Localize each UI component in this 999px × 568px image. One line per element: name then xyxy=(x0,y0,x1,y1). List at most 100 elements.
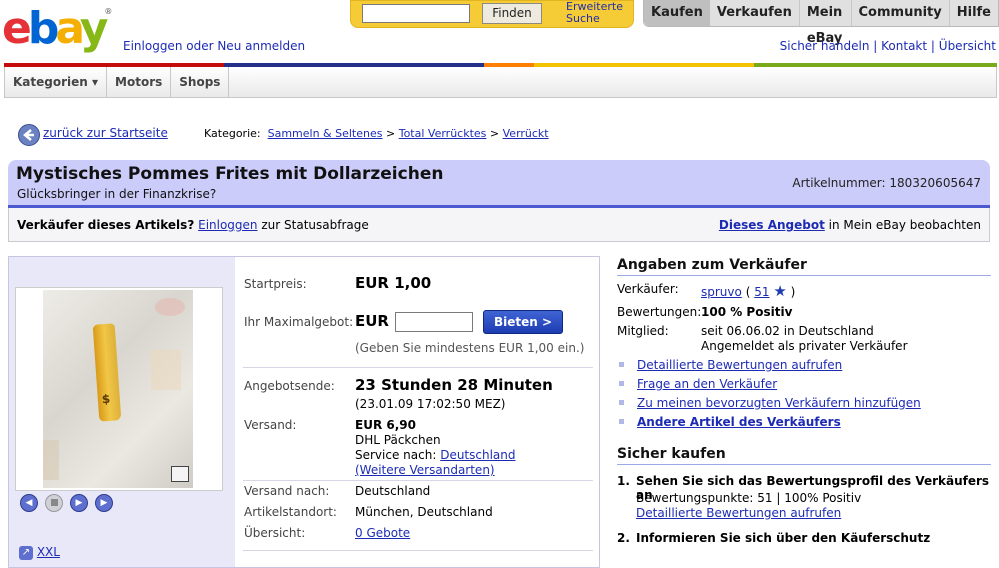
tab-kaufen[interactable]: Kaufen xyxy=(644,0,710,26)
breadcrumb-link[interactable]: Verrückt xyxy=(503,127,549,140)
paren: ( xyxy=(745,285,751,299)
seller-question-text: Verkäufer dieses Artikels? xyxy=(17,218,195,232)
back-arrow-icon[interactable] xyxy=(18,124,40,146)
service-country-link[interactable]: Deutschland xyxy=(440,448,515,462)
logo-letter-y: y xyxy=(79,3,109,54)
ship-to-label: Versand nach: xyxy=(244,484,330,498)
time-left: 23 Stunden 28 Minuten xyxy=(355,376,553,394)
motors-link[interactable]: Motors xyxy=(107,67,172,97)
search-box: Finden Erweiterte Suche xyxy=(350,0,634,28)
rating-count-link[interactable]: 51 xyxy=(754,285,769,299)
item-number: Artikelnummer: 180320605647 xyxy=(792,176,981,190)
divider xyxy=(243,480,593,481)
seller-login-link[interactable]: Einloggen xyxy=(198,218,257,232)
location-label: Artikelstandort: xyxy=(244,505,337,519)
star-icon[interactable]: ★ xyxy=(773,282,786,300)
bid-button[interactable]: Bieten > xyxy=(483,310,563,334)
categories-menu[interactable]: Kategorien ▾ xyxy=(5,67,108,97)
step2-text: Informieren Sie sich über den Käuferschu… xyxy=(636,531,931,545)
divider xyxy=(243,367,593,368)
logo-letter-e: e xyxy=(2,3,32,54)
next-image-icon[interactable]: ▶ xyxy=(95,494,113,512)
member-type: Angemeldet als privater Verkäufer xyxy=(701,339,908,353)
seller-label: Verkäufer: xyxy=(617,282,679,296)
prev-image-icon[interactable]: ◀ xyxy=(20,494,38,512)
ratings-label: Bewertungen: xyxy=(617,305,702,319)
category-label: Kategorie: xyxy=(204,127,261,140)
step-number: 2. xyxy=(617,531,630,545)
shops-link[interactable]: Shops xyxy=(171,67,230,97)
login-link[interactable]: Einloggen xyxy=(123,39,182,53)
top-nav: Kaufen Verkaufen Mein eBay Community Hil… xyxy=(643,0,999,46)
add-favorite-seller-link[interactable]: Zu meinen bevorzugten Verkäufern hinzufü… xyxy=(637,396,921,410)
member-since: seit 06.06.02 in Deutschland xyxy=(701,324,874,338)
signin-links: Einloggen oder Neu anmelden xyxy=(123,39,305,53)
shipping-carrier: DHL Päckchen xyxy=(355,433,441,447)
contact-link[interactable]: Kontakt xyxy=(881,39,927,53)
xxl-view: ↗ XXL xyxy=(19,545,60,560)
category-nav: Kategorien ▾ Motors Shops xyxy=(4,67,997,98)
find-button[interactable]: Finden xyxy=(482,3,542,24)
bid-details: Startpreis: EUR 1,00 Ihr Maximalgebot: E… xyxy=(235,257,599,567)
logo-letter-a: a xyxy=(55,3,83,54)
watch-item: Dieses Angebot in Mein eBay beobachten xyxy=(719,218,981,232)
logo-registered-mark: ® xyxy=(104,7,113,16)
item-main-panel: $ ◀ ▶ ▶ ↗ XXL Startpreis: EUR 1,00 Ihr M… xyxy=(8,256,600,568)
step1-link[interactable]: Detaillierte Bewertungen aufrufen xyxy=(636,506,841,520)
breadcrumb-link[interactable]: Sammeln & Seltenes xyxy=(268,127,383,140)
max-bid-label: Ihr Maximalgebot: xyxy=(244,315,354,329)
other-items-link[interactable]: Andere Artikel des Verkäufers xyxy=(637,415,841,429)
signin-or: oder xyxy=(182,39,218,53)
seller-status-bar: Verkäufer dieses Artikels? Einloggen zur… xyxy=(8,208,990,242)
item-photo[interactable]: $ xyxy=(43,290,193,488)
divider xyxy=(243,550,593,551)
detailed-ratings-link[interactable]: Detaillierte Bewertungen aufrufen xyxy=(637,358,842,372)
bullet-icon xyxy=(619,419,624,424)
overview-link[interactable]: Übersicht xyxy=(939,39,996,53)
location-value: München, Deutschland xyxy=(355,505,493,519)
tab-verkaufen[interactable]: Verkaufen xyxy=(710,0,799,26)
safe-trading-link[interactable]: Sicher handeln xyxy=(780,39,870,53)
start-price-label: Startpreis: xyxy=(244,277,307,291)
ship-to-value: Deutschland xyxy=(355,484,431,498)
max-bid-input[interactable] xyxy=(395,312,473,332)
safe-buying-heading: Sicher kaufen xyxy=(617,446,991,465)
breadcrumb-separator: > xyxy=(386,127,396,140)
watermark-icon xyxy=(171,466,189,482)
ebay-logo[interactable]: ebay® xyxy=(2,4,117,54)
dollar-mark: $ xyxy=(101,391,111,407)
shipping-service: Service nach: Deutschland xyxy=(355,448,516,462)
tab-mein-ebay[interactable]: Mein eBay xyxy=(798,0,851,46)
ratings-value: 100 % Positiv xyxy=(701,305,793,319)
advanced-search-link[interactable]: Erweiterte Suche xyxy=(566,1,626,25)
ask-seller-link[interactable]: Frage an den Verkäufer xyxy=(637,377,777,391)
bids-link[interactable]: 0 Gebote xyxy=(355,526,410,540)
stop-icon[interactable] xyxy=(45,494,63,512)
seller-info-heading: Angaben zum Verkäufer xyxy=(617,257,991,276)
play-icon[interactable]: ▶ xyxy=(70,494,88,512)
search-input[interactable] xyxy=(362,4,470,23)
watch-item-link[interactable]: Dieses Angebot xyxy=(719,218,825,232)
start-price-value: EUR 1,00 xyxy=(355,274,432,292)
register-link[interactable]: Neu anmelden xyxy=(217,39,305,53)
item-subtitle: Glücksbringer in der Finanzkrise? xyxy=(17,187,217,201)
overview-label: Übersicht: xyxy=(244,526,306,540)
seller-name-link[interactable]: spruvo xyxy=(701,285,742,299)
seller-question: Verkäufer dieses Artikels? Einloggen zur… xyxy=(17,218,369,232)
breadcrumb-separator: > xyxy=(489,127,500,140)
back-to-home-link[interactable]: zurück zur Startseite xyxy=(43,126,168,140)
watch-suffix: in Mein eBay beobachten xyxy=(828,218,981,232)
tab-hilfe[interactable]: Hilfe xyxy=(948,0,998,26)
enlarge-icon[interactable]: ↗ xyxy=(19,545,33,560)
logo-letter-b: b xyxy=(27,3,59,54)
service-prefix: Service nach: xyxy=(355,448,437,462)
tab-community[interactable]: Community xyxy=(850,0,949,26)
photo-frame: $ xyxy=(15,287,223,491)
fry-image: $ xyxy=(92,323,122,422)
xxl-link[interactable]: XXL xyxy=(37,545,60,559)
paren: ) xyxy=(790,285,796,299)
status-text: zur Statusabfrage xyxy=(261,218,369,232)
breadcrumb-link[interactable]: Total Verrücktes xyxy=(399,127,487,140)
more-shipping-link[interactable]: (Weitere Versandarten) xyxy=(355,463,495,477)
breadcrumb: Kategorie: Sammeln & Seltenes > Total Ve… xyxy=(204,127,549,140)
